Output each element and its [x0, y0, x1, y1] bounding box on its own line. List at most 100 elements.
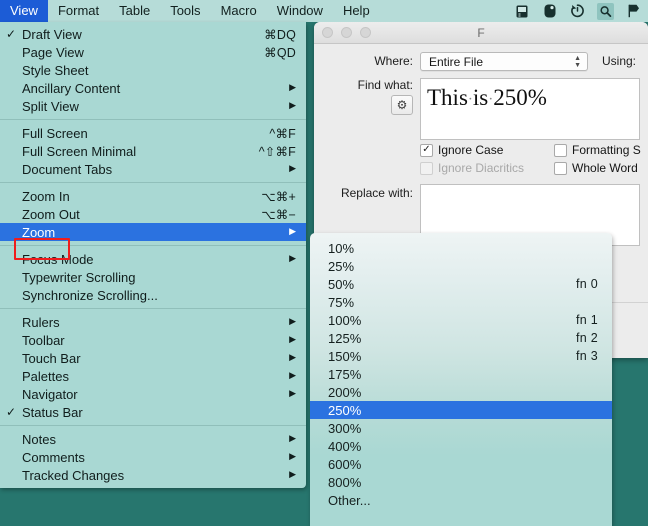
whole-word-checkbox[interactable]: Whole Word [554, 161, 641, 175]
zoom-option-600[interactable]: 600% [310, 455, 612, 473]
submenu-arrow-icon: ▶ [289, 352, 296, 362]
menu-item-label: Synchronize Scrolling... [22, 287, 158, 303]
find-options-col-1: ✓ Ignore Case Ignore Diacritics [420, 143, 524, 175]
menu-item-typewriter-scrolling[interactable]: Typewriter Scrolling [0, 268, 306, 286]
menu-item-label: Page View [22, 44, 84, 60]
menu-item-label: Zoom [22, 224, 56, 240]
menu-item-label: Toolbar [22, 332, 65, 348]
menu-item-zoom-out[interactable]: Zoom Out ⌥⌘− [0, 205, 306, 223]
menu-item-touch-bar[interactable]: Touch Bar ▶ [0, 349, 306, 367]
menu-item-label: Tracked Changes [22, 467, 125, 483]
menu-item-document-tabs[interactable]: Document Tabs ▶ [0, 160, 306, 178]
menubar-item-format[interactable]: Format [48, 0, 109, 22]
find-window-titlebar[interactable]: F [314, 22, 648, 44]
menu-item-shortcut: ⌥⌘+ [261, 189, 296, 204]
menu-item-label: Draft View [22, 26, 82, 42]
menu-item-full-screen-minimal[interactable]: Full Screen Minimal ^⇧⌘F [0, 142, 306, 160]
zoom-option-75[interactable]: 75% [310, 293, 612, 311]
menu-item-focus-mode[interactable]: Focus Mode ▶ [0, 250, 306, 268]
menu-item-synchronize-scrolling[interactable]: Synchronize Scrolling... [0, 286, 306, 304]
zoom-option-label: 75% [328, 294, 355, 310]
menubar-item-table[interactable]: Table [109, 0, 160, 22]
menubar-item-window[interactable]: Window [267, 0, 333, 22]
menu-item-comments[interactable]: Comments ▶ [0, 448, 306, 466]
menu-item-page-view[interactable]: Page View ⌘QD [0, 43, 306, 61]
chevron-updown-icon: ▲ ▼ [574, 55, 581, 69]
display-icon[interactable] [513, 3, 530, 20]
spotlight-search-icon[interactable] [597, 2, 614, 20]
menu-item-label: Palettes [22, 368, 69, 384]
zoom-option-175[interactable]: 175% [310, 365, 612, 383]
menu-item-label: Rulers [22, 314, 60, 330]
zoom-option-label: 300% [328, 420, 362, 436]
menubar-item-tools[interactable]: Tools [160, 0, 210, 22]
zoom-option-10[interactable]: 10% [310, 239, 612, 257]
menu-item-ancillary-content[interactable]: Ancillary Content ▶ [0, 79, 306, 97]
zoom-option-800[interactable]: 800% [310, 473, 612, 491]
menu-item-draft-view[interactable]: ✓ Draft View ⌘DQ [0, 25, 306, 43]
menu-item-label: Full Screen Minimal [22, 143, 137, 159]
menu-item-label: Split View [22, 98, 79, 114]
formatting-sensitive-checkbox[interactable]: Formatting S [554, 143, 641, 157]
menu-item-label: Document Tabs [22, 161, 113, 177]
menubar-item-macro[interactable]: Macro [211, 0, 267, 22]
zoom-option-150[interactable]: 150% fn 3 [310, 347, 612, 365]
zoom-option-label: 400% [328, 438, 362, 454]
replace-with-label: Replace with: [340, 186, 413, 200]
zoom-option-label: 150% [328, 348, 362, 364]
zoom-option-50[interactable]: 50% fn 0 [310, 275, 612, 293]
ignore-diacritics-checkbox: Ignore Diacritics [420, 161, 524, 175]
find-window-title: F [477, 25, 485, 40]
menu-item-full-screen[interactable]: Full Screen ^⌘F [0, 124, 306, 142]
menu-item-zoom-in[interactable]: Zoom In ⌥⌘+ [0, 187, 306, 205]
menu-separator [0, 182, 306, 183]
menu-item-style-sheet[interactable]: Style Sheet [0, 61, 306, 79]
zoom-option-100[interactable]: 100% fn 1 [310, 311, 612, 329]
zoom-option-label: 50% [328, 276, 355, 292]
menu-item-toolbar[interactable]: Toolbar ▶ [0, 331, 306, 349]
submenu-arrow-icon: ▶ [289, 370, 296, 380]
ignore-case-checkbox[interactable]: ✓ Ignore Case [420, 143, 524, 157]
menu-item-label: Notes [22, 431, 56, 447]
zoom-option-200[interactable]: 200% [310, 383, 612, 401]
ignore-diacritics-label: Ignore Diacritics [438, 161, 525, 175]
zoom-option-label: 125% [328, 330, 362, 346]
submenu-arrow-icon: ▶ [289, 388, 296, 398]
menu-item-palettes[interactable]: Palettes ▶ [0, 367, 306, 385]
mouse-icon[interactable] [541, 3, 558, 20]
submenu-arrow-icon: ▶ [289, 253, 296, 263]
zoom-option-400[interactable]: 400% [310, 437, 612, 455]
gear-icon[interactable]: ⚙ [391, 95, 413, 115]
time-machine-icon[interactable] [569, 3, 586, 20]
menu-item-status-bar[interactable]: ✓ Status Bar [0, 403, 306, 421]
submenu-arrow-icon: ▶ [289, 334, 296, 344]
submenu-arrow-icon: ▶ [289, 100, 296, 110]
zoom-option-300[interactable]: 300% [310, 419, 612, 437]
menu-item-rulers[interactable]: Rulers ▶ [0, 313, 306, 331]
checkmark-icon: ✓ [6, 27, 17, 41]
where-row: Where: Entire File ▲ ▼ Using: [314, 52, 648, 71]
zoom-option-250[interactable]: 250% [310, 401, 612, 419]
menu-item-navigator[interactable]: Navigator ▶ [0, 385, 306, 403]
zoom-option-label: 100% [328, 312, 362, 328]
zoom-option-other[interactable]: Other... [310, 491, 612, 509]
notification-flag-icon[interactable] [625, 3, 642, 20]
checkbox-icon [554, 161, 568, 175]
menubar-item-view[interactable]: View [0, 0, 48, 22]
zoom-option-125[interactable]: 125% fn 2 [310, 329, 612, 347]
menubar-item-help[interactable]: Help [333, 0, 380, 22]
find-what-input[interactable]: This·is·250% [420, 78, 640, 140]
menu-item-split-view[interactable]: Split View ▶ [0, 97, 306, 115]
where-select[interactable]: Entire File ▲ ▼ [420, 52, 588, 71]
zoom-option-25[interactable]: 25% [310, 257, 612, 275]
menubar-status-icons [513, 0, 646, 22]
checkmark-icon: ✓ [6, 405, 17, 419]
menu-item-tracked-changes[interactable]: Tracked Changes ▶ [0, 466, 306, 484]
menu-item-notes[interactable]: Notes ▶ [0, 430, 306, 448]
find-what-row: Find what: ⚙ This·is·250% [314, 78, 648, 140]
menu-item-shortcut: ^⇧⌘F [258, 144, 296, 159]
menu-item-shortcut: ⌘DQ [264, 27, 296, 42]
submenu-arrow-icon: ▶ [289, 82, 296, 92]
menu-item-zoom[interactable]: Zoom ▶ [0, 223, 306, 241]
menu-item-label: Zoom Out [22, 206, 80, 222]
